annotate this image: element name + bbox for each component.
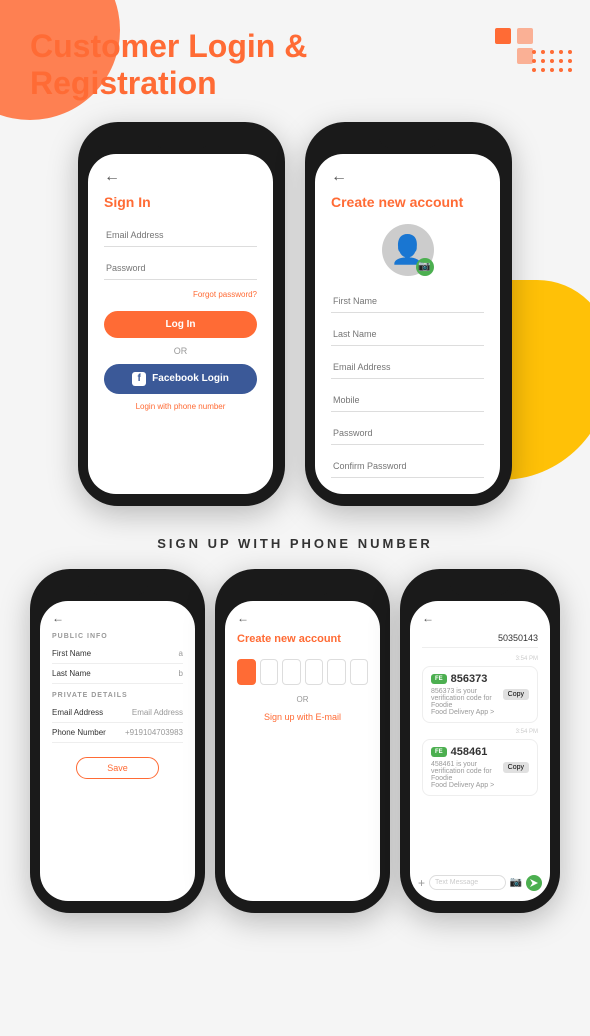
email-field-row: Email Address Email Address bbox=[52, 703, 183, 723]
password-input[interactable] bbox=[104, 257, 257, 280]
profile-back-arrow[interactable]: ← bbox=[52, 611, 183, 625]
email-value: Email Address bbox=[132, 708, 183, 717]
sms-code-2: 458461 bbox=[451, 746, 488, 758]
signin-phone: ← Sign In Forgot password? Log In OR f F… bbox=[78, 122, 285, 506]
email-label: Email Address bbox=[52, 708, 103, 717]
phone-login-link[interactable]: Login with phone number bbox=[104, 402, 257, 411]
private-details-label: PRIVATE DETAILS bbox=[52, 692, 183, 699]
confirm-password-input[interactable] bbox=[331, 455, 484, 478]
register-back-arrow[interactable]: ← bbox=[331, 168, 484, 186]
camera-message-icon[interactable]: 📷 bbox=[510, 877, 522, 888]
camera-icon[interactable]: 📷 bbox=[416, 258, 434, 276]
profile-phone: ← PUBLIC INFO First Name a Last Name b P… bbox=[30, 569, 205, 913]
lastname-label: Last Name bbox=[52, 669, 91, 678]
firstname-label: First Name bbox=[52, 649, 91, 658]
lastname-field-row: Last Name b bbox=[52, 664, 183, 684]
otp-screen: ← Create new account OR Sign up with E-m… bbox=[225, 601, 380, 901]
page-title: Customer Login & Registration bbox=[30, 28, 310, 102]
otp-box-1[interactable] bbox=[237, 659, 256, 685]
otp-title: Create new account bbox=[237, 633, 368, 645]
sms-time-1: 3:54 PM bbox=[422, 656, 538, 662]
copy-button-2[interactable]: Copy bbox=[503, 762, 529, 773]
sms-back-arrow[interactable]: ← bbox=[422, 611, 538, 625]
email-input[interactable] bbox=[104, 224, 257, 247]
sms-message-2: 458461 is your verification code for Foo… bbox=[431, 761, 503, 789]
copy-button-1[interactable]: Copy bbox=[503, 689, 529, 700]
sms-message-1: 856373 is your verification code for Foo… bbox=[431, 688, 503, 716]
firstname-input[interactable] bbox=[331, 290, 484, 313]
sms-phone: ← 50350143 3:54 PM FE 856373 856373 is y… bbox=[400, 569, 560, 913]
facebook-icon: f bbox=[132, 372, 146, 386]
otp-box-6[interactable] bbox=[350, 659, 369, 685]
send-button[interactable] bbox=[526, 875, 542, 891]
otp-or-text: OR bbox=[237, 695, 368, 704]
signin-screen: ← Sign In Forgot password? Log In OR f F… bbox=[88, 154, 273, 494]
register-title: Create new account bbox=[331, 194, 484, 210]
phone-number-display: 50350143 bbox=[422, 633, 538, 648]
or-divider: OR bbox=[104, 346, 257, 356]
phone-field-row: Phone Number +919104703983 bbox=[52, 723, 183, 743]
signin-title: Sign In bbox=[104, 194, 257, 210]
forgot-password-link[interactable]: Forgot password? bbox=[104, 290, 257, 299]
phones-row-top: ← Sign In Forgot password? Log In OR f F… bbox=[0, 112, 590, 516]
otp-phone: ← Create new account OR Sign up with E-m… bbox=[215, 569, 390, 913]
register-screen: ← Create new account 👤 📷 Sign Up bbox=[315, 154, 500, 494]
phones-row-bottom: ← PUBLIC INFO First Name a Last Name b P… bbox=[0, 569, 590, 913]
plus-icon[interactable]: + bbox=[418, 876, 425, 890]
otp-box-2[interactable] bbox=[260, 659, 279, 685]
email-register-input[interactable] bbox=[331, 356, 484, 379]
message-bar: + Text Message 📷 bbox=[418, 875, 542, 891]
sms-time-2: 3:54 PM bbox=[422, 729, 538, 735]
otp-boxes-container bbox=[237, 659, 368, 685]
otp-box-3[interactable] bbox=[282, 659, 301, 685]
sms-sender-2: FE bbox=[431, 747, 447, 757]
save-button[interactable]: Save bbox=[76, 757, 159, 779]
public-info-label: PUBLIC INFO bbox=[52, 633, 183, 640]
signin-back-arrow[interactable]: ← bbox=[104, 168, 257, 186]
sms-screen: ← 50350143 3:54 PM FE 856373 856373 is y… bbox=[410, 601, 550, 901]
message-input[interactable]: Text Message bbox=[429, 875, 506, 890]
email-signup-link[interactable]: Sign up with E-mail bbox=[237, 712, 368, 722]
avatar[interactable]: 👤 📷 bbox=[382, 224, 434, 276]
login-button[interactable]: Log In bbox=[104, 311, 257, 338]
register-phone: ← Create new account 👤 📷 Sign Up bbox=[305, 122, 512, 506]
lastname-input[interactable] bbox=[331, 323, 484, 346]
section-title: SIGN UP WITH PHONE NUMBER bbox=[0, 536, 590, 551]
phone-label: Phone Number bbox=[52, 728, 106, 737]
profile-screen: ← PUBLIC INFO First Name a Last Name b P… bbox=[40, 601, 195, 901]
sms-bubble-2: FE 458461 458461 is your verification co… bbox=[422, 739, 538, 796]
sms-bubble-1: FE 856373 856373 is your verification co… bbox=[422, 666, 538, 723]
otp-back-arrow[interactable]: ← bbox=[237, 611, 368, 625]
mobile-input[interactable] bbox=[331, 389, 484, 412]
otp-box-4[interactable] bbox=[305, 659, 324, 685]
lastname-value: b bbox=[179, 669, 183, 678]
phone-value: +919104703983 bbox=[125, 728, 183, 737]
facebook-login-button[interactable]: f Facebook Login bbox=[104, 364, 257, 394]
avatar-container: 👤 📷 bbox=[331, 224, 484, 276]
firstname-value: a bbox=[179, 649, 183, 658]
sms-code-1: 856373 bbox=[451, 673, 488, 685]
firstname-field-row: First Name a bbox=[52, 644, 183, 664]
sms-sender-1: FE bbox=[431, 674, 447, 684]
password-register-input[interactable] bbox=[331, 422, 484, 445]
header: Customer Login & Registration bbox=[0, 0, 590, 112]
otp-box-5[interactable] bbox=[327, 659, 346, 685]
